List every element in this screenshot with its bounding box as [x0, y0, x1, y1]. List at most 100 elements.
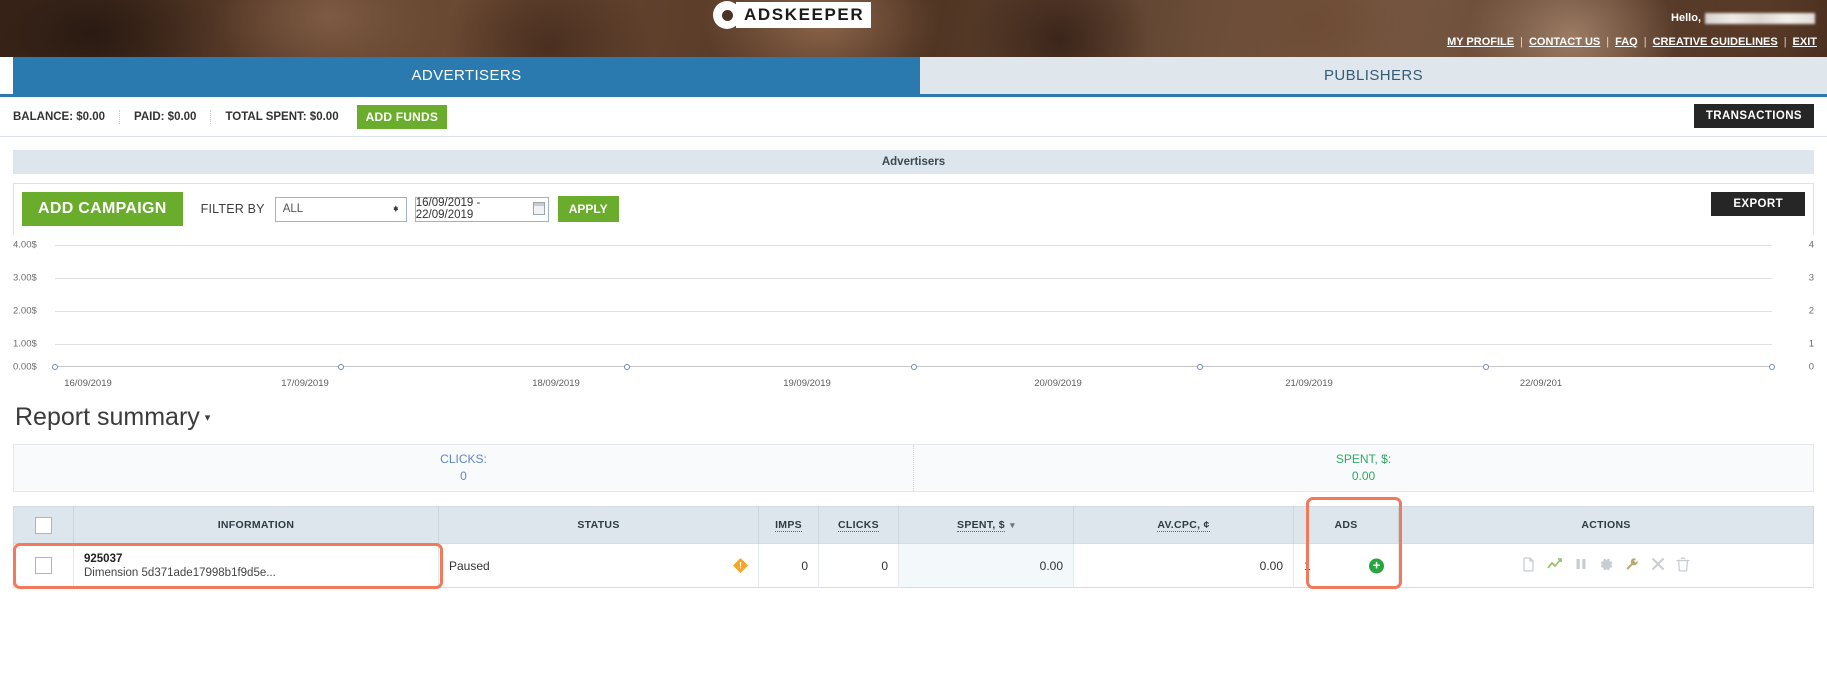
trash-icon[interactable]: [1676, 557, 1690, 575]
row-status-cell: Paused: [438, 543, 759, 588]
close-x-icon[interactable]: [1651, 557, 1665, 574]
wrench-icon[interactable]: [1625, 557, 1639, 574]
y-tick-right: 2: [1808, 305, 1814, 317]
pause-icon[interactable]: [1574, 557, 1588, 574]
row-clicks-cell: 0: [818, 543, 899, 588]
settings-gear-icon[interactable]: [1599, 557, 1614, 575]
nav-link-creative-guidelines[interactable]: CREATIVE GUIDELINES: [1653, 36, 1778, 48]
nav-link-my-profile[interactable]: MY PROFILE: [1447, 36, 1514, 48]
x-tick: 16/09/2019: [64, 378, 112, 389]
filters-toolbar: ADD CAMPAIGN FILTER BY ALL ▲ ▼ 16/09/2019…: [14, 184, 1813, 235]
copy-icon[interactable]: [1522, 556, 1536, 575]
tab-publishers[interactable]: PUBLISHERS: [920, 57, 1827, 94]
chevron-down-icon[interactable]: ▾: [205, 411, 211, 424]
row-information-cell: 925037 Dimension 5d371ade17998b1f9d5e...: [73, 543, 439, 588]
summary-spent-value: 0.00: [1351, 469, 1376, 483]
th-select-all: [13, 506, 74, 544]
gridline: [55, 344, 1772, 345]
top-navigation: MY PROFILE | CONTACT US | FAQ | CREATIVE…: [1447, 36, 1817, 48]
section-title-bar: Advertisers: [13, 150, 1814, 174]
row-av-cpc-cell: 0.00: [1073, 543, 1294, 588]
nav-link-exit[interactable]: EXIT: [1793, 36, 1817, 48]
nav-link-faq[interactable]: FAQ: [1615, 36, 1638, 48]
th-av-cpc[interactable]: AV.CPC, ¢: [1073, 506, 1294, 544]
report-summary-panel: CLICKS: 0 SPENT, $: 0.00: [13, 444, 1814, 492]
brand-logo[interactable]: ADSKEEPER: [713, 1, 872, 29]
summary-spent: SPENT, $: 0.00: [914, 445, 1813, 491]
th-imps[interactable]: IMPS: [758, 506, 819, 544]
export-button[interactable]: EXPORT: [1711, 192, 1805, 216]
data-point[interactable]: [910, 364, 917, 370]
th-av-cpc-label: AV.CPC, ¢: [1157, 519, 1210, 532]
nav-link-contact-us[interactable]: CONTACT US: [1529, 36, 1600, 48]
date-range-value: 16/09/2019 - 22/09/2019: [415, 197, 481, 221]
warning-diamond-icon[interactable]: [733, 558, 748, 573]
y-tick-right: 0: [1808, 361, 1814, 373]
data-point[interactable]: [1769, 364, 1775, 370]
report-summary-title[interactable]: Report summary ▾: [15, 403, 1827, 432]
brand-logo-text: ADSKEEPER: [736, 2, 872, 28]
transactions-button[interactable]: TRANSACTIONS: [1693, 104, 1814, 128]
row-checkbox[interactable]: [35, 557, 52, 574]
tab-left-spacer: [0, 57, 13, 94]
x-tick: 19/09/2019: [783, 378, 831, 389]
th-imps-label: IMPS: [775, 519, 802, 532]
add-funds-button[interactable]: ADD FUNDS: [356, 104, 448, 129]
balance-amount: BALANCE: $0.00: [13, 109, 121, 124]
filter-select[interactable]: ALL ▲ ▼: [274, 196, 407, 222]
gridline: [55, 278, 1772, 279]
campaign-id: 925037: [84, 552, 123, 565]
table-row[interactable]: 925037 Dimension 5d371ade17998b1f9d5e...…: [13, 543, 1814, 588]
page-header: ADSKEEPER Hello, MY PROFILE | CONTACT US…: [0, 0, 1827, 57]
ads-count: 1: [1304, 558, 1311, 573]
table-header: INFORMATION STATUS IMPS CLICKS SPENT, $ …: [13, 506, 1814, 544]
data-point[interactable]: [1196, 364, 1203, 370]
nav-separator: |: [1520, 36, 1523, 48]
sort-desc-icon: ▾: [1010, 520, 1015, 530]
y-tick-right: 1: [1808, 338, 1814, 350]
add-campaign-button[interactable]: ADD CAMPAIGN: [22, 192, 183, 226]
x-tick: 18/09/2019: [532, 378, 580, 389]
filter-select-value: ALL: [282, 203, 304, 215]
page-title: Report summary: [15, 403, 200, 431]
data-point[interactable]: [52, 364, 58, 370]
row-select-cell: [13, 543, 74, 588]
y-tick-left: 0.00$: [13, 361, 37, 373]
summary-spent-label: SPENT, $:: [1335, 452, 1392, 466]
plus-circle-icon[interactable]: +: [1369, 558, 1384, 573]
y-tick-left: 4.00$: [13, 239, 37, 251]
gridline: [55, 245, 1772, 246]
status-badge: Paused: [449, 558, 490, 573]
data-point[interactable]: [1482, 364, 1489, 370]
row-actions-cell: [1398, 543, 1814, 588]
paid-amount: PAID: $0.00: [120, 109, 212, 124]
table-header-row: INFORMATION STATUS IMPS CLICKS SPENT, $ …: [13, 506, 1814, 544]
x-tick: 21/09/2019: [1285, 378, 1333, 389]
th-spent[interactable]: SPENT, $ ▾: [898, 506, 1074, 544]
th-spent-label: SPENT, $: [957, 519, 1005, 532]
row-imps-cell: 0: [758, 543, 819, 588]
row-ads-cell: 1 +: [1293, 543, 1399, 588]
greeting-text: Hello,: [1671, 12, 1701, 24]
campaigns-table: INFORMATION STATUS IMPS CLICKS SPENT, $ …: [13, 506, 1814, 588]
summary-clicks: CLICKS: 0: [14, 445, 914, 491]
apply-button[interactable]: APPLY: [557, 196, 619, 222]
stats-chart-icon[interactable]: [1547, 557, 1563, 575]
nav-separator: |: [1606, 36, 1610, 48]
table-body: 925037 Dimension 5d371ade17998b1f9d5e...…: [13, 543, 1814, 588]
date-range-input[interactable]: 16/09/2019 - 22/09/2019: [414, 196, 549, 222]
y-tick-right: 3: [1808, 272, 1814, 284]
th-actions: ACTIONS: [1398, 506, 1814, 544]
select-all-checkbox[interactable]: [35, 516, 52, 534]
data-point[interactable]: [338, 364, 345, 370]
y-tick-right: 4: [1808, 239, 1814, 251]
y-tick-left: 1.00$: [13, 338, 37, 350]
th-status: STATUS: [438, 506, 759, 544]
summary-clicks-value: 0: [460, 469, 467, 483]
tab-advertisers[interactable]: ADVERTISERS: [13, 57, 920, 94]
data-point[interactable]: [624, 364, 631, 370]
th-information: INFORMATION: [73, 506, 439, 544]
campaign-name: Dimension 5d371ade17998b1f9d5e...: [84, 566, 276, 579]
x-tick: 17/09/2019: [281, 378, 329, 389]
th-clicks[interactable]: CLICKS: [818, 506, 899, 544]
